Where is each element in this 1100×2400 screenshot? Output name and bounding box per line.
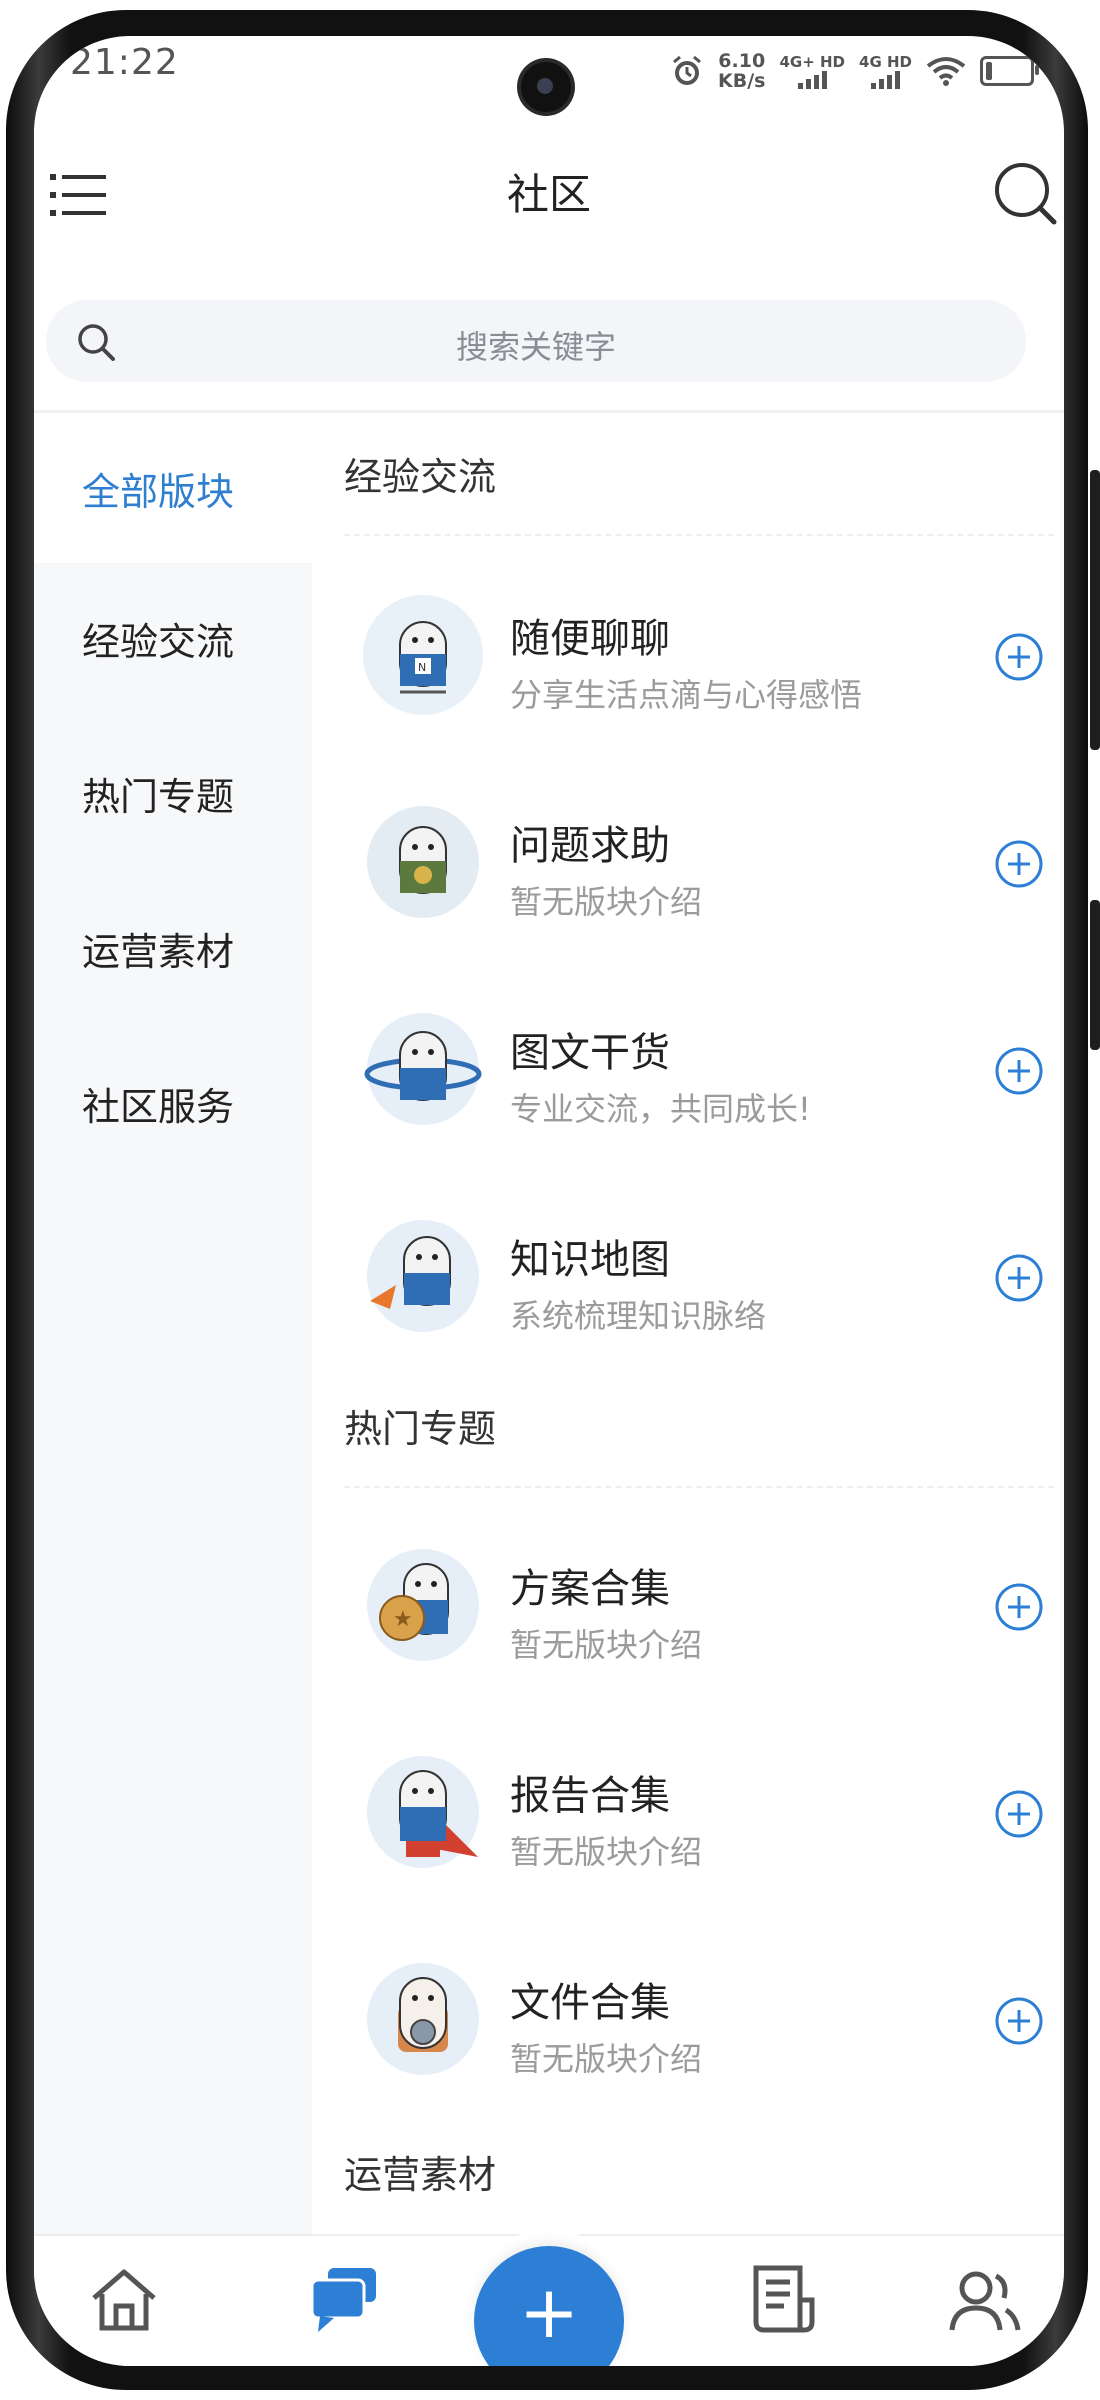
sidebar-item-operations[interactable]: 运营素材 <box>34 873 312 1023</box>
power-button <box>1090 900 1100 1050</box>
sidebar-item-hot-topics[interactable]: 热门专题 <box>34 718 312 868</box>
follow-add-icon[interactable] <box>994 1582 1044 1632</box>
board-description: 暂无版块介绍 <box>510 883 703 921</box>
section-title: 经验交流 <box>344 455 497 499</box>
board-description: 系统梳理知识脉络 <box>510 1297 767 1335</box>
follow-add-icon[interactable] <box>994 1789 1044 1839</box>
articles-icon[interactable] <box>744 2260 824 2340</box>
board-description: 暂无版块介绍 <box>510 1626 703 1664</box>
board-avatar-icon <box>367 1963 479 2075</box>
search-icon[interactable] <box>992 160 1058 226</box>
wifi-icon <box>926 57 966 86</box>
search-placeholder: 搜索关键字 <box>455 328 616 366</box>
follow-add-icon[interactable] <box>994 1996 1044 2046</box>
board-name: 方案合集 <box>510 1566 670 1612</box>
svg-text:N: N <box>418 661 426 674</box>
sim2-label: 4G HD <box>859 53 912 71</box>
section-divider <box>344 534 1054 536</box>
sidebar-item-services[interactable]: 社区服务 <box>34 1028 312 1178</box>
board-description: 分享生活点滴与心得感悟 <box>510 676 863 714</box>
add-icon: + <box>518 2270 580 2354</box>
sidebar-item-all[interactable]: 全部版块 <box>34 413 312 563</box>
board-item[interactable]: ★ 方案合集 暂无版块介绍 <box>324 1506 1064 1706</box>
board-avatar-icon <box>364 1013 482 1125</box>
home-icon[interactable] <box>84 2260 164 2340</box>
app-screen: 21:22 6.10 KB/s 4G+ HD 4G HD 社区 搜索关键字 全部… <box>34 36 1064 2366</box>
alarm-icon <box>673 55 701 85</box>
board-avatar-icon <box>367 806 479 918</box>
bottom-tab-bar: + <box>34 2230 1064 2366</box>
board-description: 暂无版块介绍 <box>510 2040 703 2078</box>
board-avatar-icon: N <box>363 595 483 715</box>
device-bezel: 21:22 6.10 KB/s 4G+ HD 4G HD 社区 搜索关键字 全部… <box>0 0 1100 2400</box>
follow-add-icon[interactable] <box>994 632 1044 682</box>
front-camera <box>521 62 571 112</box>
follow-add-icon[interactable] <box>994 1253 1044 1303</box>
board-name: 文件合集 <box>510 1980 670 2026</box>
follow-add-icon[interactable] <box>994 1046 1044 1096</box>
board-name: 图文干货 <box>510 1030 670 1076</box>
speed-value: 6.10 <box>718 50 766 72</box>
board-item[interactable]: 图文干货 专业交流，共同成长! <box>324 970 1064 1170</box>
network-speed: 6.10 KB/s <box>718 51 765 91</box>
speed-unit: KB/s <box>718 70 766 92</box>
community-chat-icon[interactable] <box>304 2260 384 2340</box>
sim1-label: 4G+ HD <box>779 53 846 71</box>
status-time: 21:22 <box>70 42 179 83</box>
board-item[interactable]: 报告合集 暂无版块介绍 <box>324 1713 1064 1913</box>
board-description: 专业交流，共同成长! <box>510 1090 811 1128</box>
section-title: 热门专题 <box>344 1407 497 1451</box>
board-item[interactable]: 问题求助 暂无版块介绍 <box>324 763 1064 963</box>
profile-icon[interactable] <box>944 2260 1024 2340</box>
page-title: 社区 <box>506 170 591 219</box>
board-name: 知识地图 <box>510 1237 670 1283</box>
battery-icon <box>980 56 1039 86</box>
follow-add-icon[interactable] <box>994 839 1044 889</box>
board-description: 暂无版块介绍 <box>510 1833 703 1871</box>
board-item[interactable]: N 随便聊聊 分享生活点滴与心得感悟 <box>324 556 1064 756</box>
sidebar-item-experience[interactable]: 经验交流 <box>34 563 312 713</box>
board-avatar-icon <box>367 1756 479 1868</box>
section-divider <box>344 1486 1054 1488</box>
board-avatar-icon <box>367 1220 479 1332</box>
section-title: 运营素材 <box>344 2153 497 2197</box>
volume-button <box>1090 470 1100 750</box>
board-item[interactable]: 知识地图 系统梳理知识脉络 <box>324 1177 1064 1377</box>
board-avatar-icon: ★ <box>367 1549 479 1661</box>
svg-text:★: ★ <box>393 1607 413 1632</box>
signal-icon-2: 4G HD <box>859 53 912 89</box>
board-name: 问题求助 <box>510 823 670 869</box>
board-item[interactable]: 文件合集 暂无版块介绍 <box>324 1920 1064 2120</box>
signal-icon: 4G+ HD <box>779 53 845 89</box>
board-name: 报告合集 <box>510 1773 670 1819</box>
category-sidebar: 全部版块 经验交流 热门专题 运营素材 社区服务 <box>34 413 312 2366</box>
search-input[interactable]: 搜索关键字 <box>46 300 1026 382</box>
status-icons: 6.10 KB/s 4G+ HD 4G HD <box>670 46 1039 96</box>
board-name: 随便聊聊 <box>510 616 670 662</box>
